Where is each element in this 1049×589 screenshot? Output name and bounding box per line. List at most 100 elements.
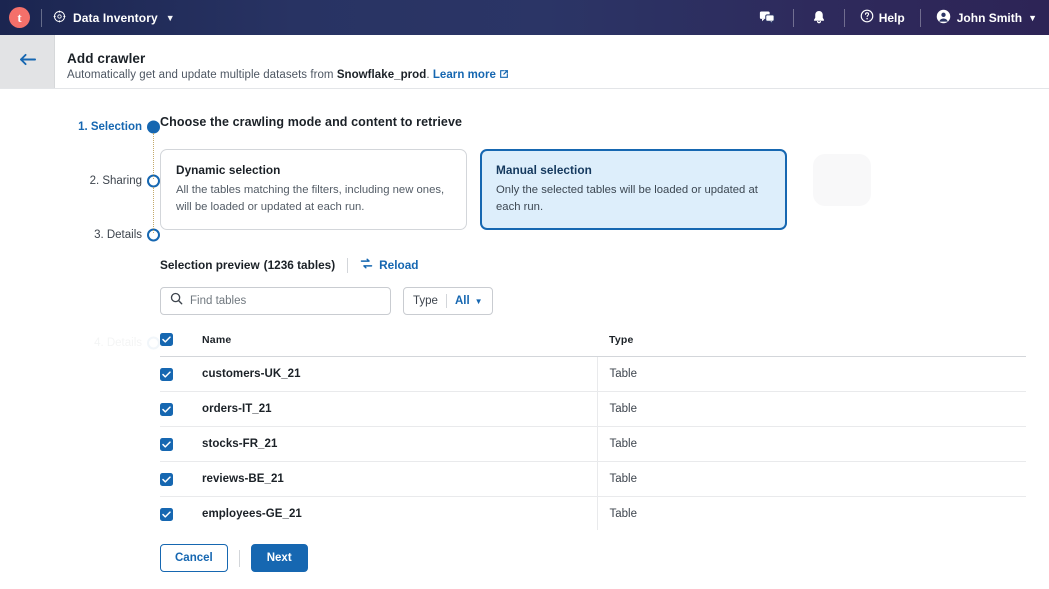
page-body: 1. Selection 2. Sharing 3. Details 4. De… <box>0 89 1049 588</box>
mode-card-dynamic-selection[interactable]: Dynamic selection All the tables matchin… <box>160 149 467 231</box>
section-title: Choose the crawling mode and content to … <box>160 115 463 129</box>
mode-card-description: Only the selected tables will be loaded … <box>496 184 758 213</box>
mode-card-description: All the tables matching the filters, inc… <box>176 184 445 213</box>
learn-more-link[interactable]: Learn more <box>433 69 509 81</box>
help-button[interactable]: Help <box>856 9 909 26</box>
type-filter-value-label: All <box>454 295 470 308</box>
page-header-text: Add crawler Automatically get and update… <box>55 35 509 88</box>
row-checkbox[interactable] <box>160 507 173 521</box>
refresh-icon <box>360 257 373 273</box>
stepper-connector <box>153 187 154 233</box>
selection-preview-header: Selection preview (1236 tables) Reload <box>160 257 1049 273</box>
table-type-cell: Table <box>596 426 1026 463</box>
divider <box>919 8 921 27</box>
table-name-cell: stocks-FR_21 <box>191 426 597 463</box>
help-label: Help <box>878 10 905 25</box>
top-bar-actions: Help John Smith ▼ <box>752 8 1037 27</box>
search-icon <box>170 292 183 310</box>
table-name-cell: employees-GE_21 <box>191 496 597 531</box>
row-checkbox[interactable] <box>160 472 173 486</box>
step-details[interactable]: 3. Details <box>0 226 160 244</box>
user-menu[interactable]: John Smith ▼ <box>932 9 1037 27</box>
table-row[interactable]: orders-IT_21 Table <box>160 391 1026 428</box>
subtitle-source: Snowflake_prod <box>336 68 427 81</box>
row-checkbox-cell <box>160 496 191 531</box>
step-label: 3. Details <box>94 229 142 241</box>
divider <box>238 549 240 567</box>
app-logo[interactable]: t <box>9 7 30 28</box>
tables-list-container[interactable]: Name Type customers-UK_21 Table orders-I… <box>160 333 1026 531</box>
step-label: 2. Sharing <box>89 175 142 187</box>
table-header-row: Name Type <box>160 333 1026 358</box>
search-tables-box[interactable] <box>160 287 391 316</box>
type-filter-dropdown[interactable]: Type All ▼ <box>403 287 493 316</box>
chevron-down-icon: ▼ <box>165 12 175 23</box>
step-indicator-dot <box>147 336 160 350</box>
row-checkbox[interactable] <box>160 437 173 451</box>
divider <box>347 257 349 273</box>
selection-preview-count: (1236 tables) <box>263 258 336 273</box>
type-filter-label: Type <box>413 295 438 308</box>
chevron-down-icon: ▼ <box>474 296 483 306</box>
step-ghost: 4. Details <box>94 336 160 350</box>
row-checkbox-cell <box>160 391 191 428</box>
page-subtitle: Automatically get and update multiple da… <box>67 69 509 81</box>
select-all-cell <box>160 333 191 358</box>
column-header-type[interactable]: Type <box>597 333 1026 358</box>
tables-table: Name Type customers-UK_21 Table orders-I… <box>160 333 1026 531</box>
row-checkbox-cell <box>160 356 191 393</box>
row-checkbox-cell <box>160 461 191 498</box>
crawling-mode-options: Dynamic selection All the tables matchin… <box>160 149 1049 231</box>
chevron-down-icon: ▼ <box>1028 12 1037 23</box>
row-checkbox[interactable] <box>160 402 173 416</box>
divider <box>792 8 794 27</box>
step-selection[interactable]: 1. Selection <box>0 118 160 136</box>
table-filters: Type All ▼ <box>160 287 1049 316</box>
row-checkbox[interactable] <box>160 367 173 381</box>
table-type-cell: Table <box>596 461 1026 498</box>
divider <box>41 8 42 27</box>
table-name-cell: customers-UK_21 <box>191 356 597 393</box>
app-switcher-menu[interactable]: Data Inventory ▼ <box>53 10 175 26</box>
table-type-cell: Table <box>596 356 1026 393</box>
table-name-cell: reviews-BE_21 <box>191 461 597 498</box>
back-arrow-icon <box>19 53 36 71</box>
table-header: Name Type <box>160 333 1026 358</box>
app-name-label: Data Inventory <box>73 10 158 25</box>
mode-card-title: Manual selection <box>496 163 592 177</box>
table-type-cell: Table <box>596 496 1026 531</box>
question-circle-icon <box>860 9 874 26</box>
external-link-icon <box>499 69 509 81</box>
table-name-cell: orders-IT_21 <box>191 391 597 428</box>
table-body: customers-UK_21 Table orders-IT_21 Table <box>160 356 1026 531</box>
ghost-card-decoration <box>813 154 871 206</box>
table-row[interactable]: reviews-BE_21 Table <box>160 461 1026 498</box>
logo-letter: t <box>17 10 22 25</box>
divider <box>445 294 447 309</box>
main-content: Choose the crawling mode and content to … <box>160 89 1049 588</box>
wizard-footer: Cancel Next <box>160 544 1049 588</box>
table-row[interactable]: stocks-FR_21 Table <box>160 426 1026 463</box>
subtitle-suffix: . <box>426 68 430 81</box>
mode-card-manual-selection[interactable]: Manual selection Only the selected table… <box>480 149 787 231</box>
step-label: 1. Selection <box>78 121 142 133</box>
wizard-stepper: 1. Selection 2. Sharing 3. Details 4. De… <box>0 89 160 588</box>
table-row[interactable]: customers-UK_21 Table <box>160 356 1026 393</box>
learn-more-label: Learn more <box>432 68 496 81</box>
divider <box>843 8 845 27</box>
page-title: Add crawler <box>67 50 146 66</box>
compass-icon <box>53 10 66 26</box>
back-button[interactable] <box>0 35 55 88</box>
reload-button[interactable]: Reload <box>360 257 419 273</box>
step-indicator-dot <box>147 120 160 134</box>
step-sharing[interactable]: 2. Sharing <box>0 172 160 190</box>
search-input[interactable] <box>190 295 381 308</box>
table-row[interactable]: employees-GE_21 Table <box>160 496 1026 531</box>
bell-icon[interactable] <box>805 10 833 25</box>
select-all-checkbox[interactable] <box>160 333 173 347</box>
next-button[interactable]: Next <box>250 544 308 572</box>
column-header-name[interactable]: Name <box>191 333 597 358</box>
selection-preview-title: Selection preview <box>160 258 260 273</box>
cancel-button[interactable]: Cancel <box>160 544 228 572</box>
chat-icon[interactable] <box>752 10 782 25</box>
